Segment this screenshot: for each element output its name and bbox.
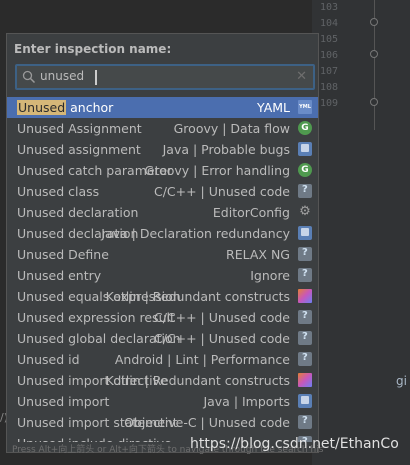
inspection-list-item[interactable]: Unused declaration EditorConfig ⚙: [7, 202, 318, 223]
generic-inspection-icon: [298, 331, 312, 345]
inspection-name: Unused anchor: [17, 100, 113, 115]
fold-marker-icon[interactable]: [370, 98, 378, 106]
generic-inspection-icon: [298, 415, 312, 429]
inspection-category: Java | Declaration redundancy: [101, 226, 290, 241]
fold-marker-icon[interactable]: [370, 50, 378, 58]
inspection-category: C/C++ | Unused code: [153, 184, 290, 199]
inspection-name-text: Unused import: [17, 394, 110, 409]
line-number: 108: [320, 82, 339, 93]
inspection-category: Java | Imports: [203, 394, 290, 409]
inspection-name-text: Unused entry: [17, 268, 102, 283]
line-number: 107: [320, 66, 339, 77]
inspection-category: Java | Probable bugs: [162, 142, 290, 157]
inspection-category: Groovy | Data flow: [173, 121, 290, 136]
inspection-name-text: Unused expression result: [17, 310, 175, 325]
android-icon: [298, 352, 312, 366]
java-icon: [298, 226, 312, 240]
text-caret: [95, 70, 97, 85]
inspection-category: Objective-C | Unused code: [124, 415, 290, 430]
inspection-list-item[interactable]: Unused declaration Java | Declaration red…: [7, 223, 318, 244]
inspection-category: EditorConfig: [212, 205, 290, 220]
inspection-name: Unused Assignment: [17, 121, 142, 136]
kotlin-icon: [298, 373, 312, 387]
inspection-list-item[interactable]: Unused entry Ignore: [7, 265, 318, 286]
inspection-name: Unused expression result: [17, 310, 175, 325]
inspection-list-item[interactable]: Unused assignment Java | Probable bugs: [7, 139, 318, 160]
java-icon: [298, 394, 312, 408]
inspection-category: Ignore: [250, 268, 290, 283]
line-number: 103: [320, 2, 339, 13]
gear-icon: ⚙: [299, 204, 311, 219]
inspection-name-text: Unused Assignment: [17, 121, 142, 136]
inspection-category: Kotlin | Redundant constructs: [105, 289, 290, 304]
watermark: https://blog.csdn.net/EthanCo: [190, 436, 399, 452]
generic-inspection-icon: [298, 184, 312, 198]
inspection-name: Unused declaration: [17, 205, 138, 220]
inspection-category: YAML: [257, 100, 290, 115]
inspection-category: Android | Lint | Performance: [114, 352, 290, 367]
inspection-name-text: Unused id: [17, 352, 80, 367]
clear-icon[interactable]: ✕: [296, 69, 307, 84]
inspection-search-popup: Enter inspection name: unused ✕ Unused a…: [6, 33, 323, 454]
inspection-name-text: Unused declaration: [17, 205, 139, 220]
inspection-list-item[interactable]: Unused global declaration C/C++ | Unused …: [7, 328, 318, 349]
inspection-category: C/C++ | Unused code: [153, 310, 290, 325]
yaml-icon: YML: [298, 100, 312, 114]
inspection-list-item[interactable]: Unused id Android | Lint | Performance: [7, 349, 318, 370]
kotlin-icon: [298, 289, 312, 303]
inspection-name-text: Unused assignment: [17, 142, 141, 157]
inspection-name: Unused id: [17, 352, 80, 367]
inspection-name: Unused entry: [17, 268, 101, 283]
fold-marker-icon[interactable]: [370, 18, 378, 26]
line-number: 105: [320, 34, 339, 45]
groovy-icon: G: [298, 163, 312, 177]
inspection-list-item[interactable]: Unused expression result C/C++ | Unused c…: [7, 307, 318, 328]
editor-gutter: 103 104 105 106 107 108 109: [312, 0, 410, 465]
inspection-list-item[interactable]: Unused import Java | Imports: [7, 391, 318, 412]
inspection-list-item[interactable]: Unused import statement Objective-C | Unu…: [7, 412, 318, 433]
line-number: 104: [320, 18, 339, 29]
inspection-name-text: anchor: [66, 100, 114, 115]
inspection-list-item[interactable]: Unused anchor YAML YML: [7, 97, 318, 118]
inspection-name-text: Unused class: [17, 184, 100, 199]
generic-inspection-icon: [298, 268, 312, 282]
inspection-category: RELAX NG: [226, 247, 290, 262]
inspection-list-item[interactable]: Unused import directive Kotlin | Redundan…: [7, 370, 318, 391]
java-icon: [298, 142, 312, 156]
editor-code-fragment: gi: [396, 374, 407, 388]
line-number: 106: [320, 50, 339, 61]
generic-inspection-icon: [298, 310, 312, 324]
inspection-name: Unused assignment: [17, 142, 141, 157]
popup-title: Enter inspection name:: [14, 42, 172, 56]
inspection-list-item[interactable]: Unused Define RELAX NG: [7, 244, 318, 265]
inspection-list-item[interactable]: Unused class C/C++ | Unused code: [7, 181, 318, 202]
inspection-category: Kotlin | Redundant constructs: [105, 373, 290, 388]
inspection-category: Groovy | Error handling: [144, 163, 290, 178]
inspection-name-text: Unused Define: [17, 247, 109, 262]
inspection-list-item[interactable]: Unused equals expression Kotlin | Redunda…: [7, 286, 318, 307]
search-icon: [22, 70, 36, 84]
inspection-name: Unused import: [17, 394, 109, 409]
match-highlight: Unused: [17, 100, 67, 115]
inspection-list-item[interactable]: Unused Assignment Groovy | Data flow G: [7, 118, 318, 139]
inspection-name: Unused Define: [17, 247, 109, 262]
inspection-name: Unused class: [17, 184, 99, 199]
groovy-icon: G: [298, 121, 312, 135]
inspection-list-item[interactable]: Unused catch parameter Groovy | Error han…: [7, 160, 318, 181]
inspection-results-list: Unused anchor YAML YML Unused Assignment Gro…: [7, 97, 318, 442]
inspection-search-input[interactable]: unused ✕: [15, 64, 315, 90]
generic-inspection-icon: [298, 247, 312, 261]
search-input-value[interactable]: unused: [40, 69, 84, 83]
line-number: 109: [320, 98, 339, 109]
inspection-category: C/C++ | Unused code: [153, 331, 290, 346]
